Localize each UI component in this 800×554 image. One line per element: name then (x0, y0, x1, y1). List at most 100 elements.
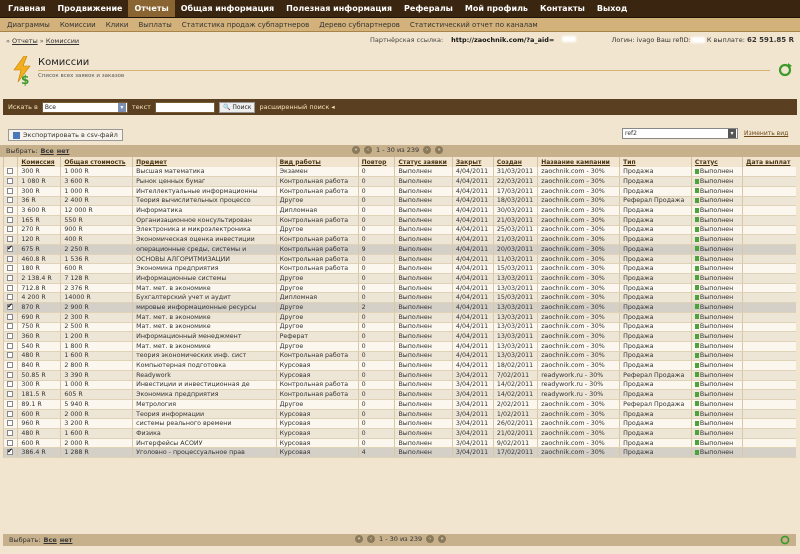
cell-2[interactable]: Экономическая оценка инвестиции (132, 234, 277, 245)
cell-2[interactable]: системы реального времени (132, 418, 277, 430)
topnav-item-7[interactable]: Контакты (534, 0, 591, 17)
row-checkbox[interactable] (7, 352, 13, 359)
row-checkbox[interactable] (7, 391, 13, 398)
subnav-item-0[interactable]: Диаграммы (2, 21, 55, 29)
cell-2[interactable]: Бухгалтерский учет и аудит (132, 292, 277, 304)
search-input[interactable] (154, 101, 215, 113)
row-checkbox[interactable] (7, 197, 13, 204)
table-row[interactable]: 712.8 R2 376 R Мат. мет. в экономике Друго… (2, 283, 796, 294)
row-checkbox[interactable] (7, 410, 13, 417)
export-csv-button[interactable]: Экспортировать в csv-файл (8, 129, 123, 141)
table-row[interactable]: 300 R1 000 R Инвестиции и инвестиционная … (2, 380, 796, 391)
row-checkbox[interactable] (7, 187, 13, 194)
topnav-item-2[interactable]: Отчеты (128, 0, 175, 17)
column-header-6[interactable]: Закрыт (451, 157, 494, 167)
cell-2[interactable]: Теория вычислительных процессо (132, 196, 277, 207)
cell-2[interactable]: Интеллектуальные информационны (132, 186, 277, 197)
subnav-item-3[interactable]: Выплаты (133, 21, 176, 29)
first-page-icon[interactable]: « (355, 535, 363, 543)
row-checkbox[interactable] (7, 303, 13, 310)
topnav-item-8[interactable]: Выход (591, 0, 633, 17)
column-header-0[interactable]: Комиссия (17, 157, 61, 167)
prev-page-icon[interactable]: ‹ (367, 535, 375, 543)
table-row[interactable]: 460.8 R1 536 R ОСНОВЫ АЛГОРИТМИЗАЦИИ Контр… (2, 254, 796, 265)
cell-2[interactable]: Мат. мет. в экономике (132, 283, 277, 294)
cell-2[interactable]: Рынок ценных бумаг (132, 176, 277, 187)
table-row[interactable]: 165 R 550 R Организационное консультирован… (2, 215, 796, 226)
cell-2[interactable]: операционные среды, системы и (132, 244, 277, 255)
table-row[interactable]: 360 R1 200 R Информационный менеджмент Реф… (2, 331, 796, 342)
column-header-8[interactable]: Название кампании (537, 157, 620, 167)
row-checkbox[interactable] (7, 371, 13, 378)
table-row[interactable]: 50.85 R3 390 R Readywork Курсовая 0 Выполнен… (2, 370, 796, 381)
cell-2[interactable]: теория экономических инф. сист (132, 351, 277, 362)
row-checkbox[interactable] (7, 333, 13, 340)
table-row[interactable]: 600 R2 000 R Интерфейсы АСОИУ Курсовая 0 Вып… (2, 438, 796, 449)
cell-2[interactable]: Мат. мет. в экономике (132, 322, 277, 333)
cell-2[interactable]: мировые информационные ресурсы (132, 302, 277, 313)
table-row[interactable]: 675 R2 250 Rоперационные среды, системы … (2, 244, 796, 255)
row-checkbox[interactable] (7, 420, 13, 427)
advanced-search-link[interactable]: расширенный поиск ◂ (259, 103, 334, 111)
table-row[interactable]: 300 R1 000 R Высшая математика Экзамен 0 Вып… (2, 167, 796, 178)
cell-2[interactable]: Высшая математика (132, 167, 277, 178)
select-none-link[interactable]: нет (57, 147, 70, 155)
table-row[interactable]: 840 R2 800 R Компьютерная подготовка Курсо… (2, 360, 796, 371)
cell-2[interactable]: Информатика (132, 205, 277, 216)
cell-2[interactable]: Инвестиции и инвестиционная де (132, 380, 277, 391)
change-view-link[interactable]: Изменить вид (744, 130, 788, 137)
table-row[interactable]: 180 R 600 R Экономика предприятия Контрольн… (2, 263, 796, 275)
column-header-2[interactable]: Предмет (132, 157, 277, 167)
cell-2[interactable]: Мат. мет. в экономике (132, 312, 277, 323)
cell-2[interactable]: Физика (132, 428, 277, 439)
cell-2[interactable]: Мат. мет. в экономике (132, 341, 277, 352)
topnav-item-0[interactable]: Главная (2, 0, 51, 17)
row-checkbox[interactable] (7, 439, 13, 446)
refresh-icon-bottom[interactable] (780, 535, 790, 545)
cell-2[interactable]: Метрология (132, 399, 277, 410)
search-button[interactable]: 🔍 Поиск (218, 101, 256, 113)
next-page-icon[interactable]: › (423, 146, 432, 154)
row-checkbox[interactable] (7, 294, 13, 301)
breadcrumb-commissions[interactable]: Комиссии (46, 37, 79, 45)
row-checkbox[interactable] (7, 245, 13, 252)
row-checkbox[interactable] (7, 226, 13, 233)
table-row[interactable]: 690 R2 300 R Мат. мет. в экономике Другое 0… (2, 312, 796, 323)
row-checkbox[interactable] (7, 362, 13, 369)
column-header-7[interactable]: Создан (492, 157, 538, 167)
select-all-link[interactable]: Все (41, 147, 54, 155)
table-row[interactable]: 4 200 R 14000 R Бухгалтерский учет и аудит… (2, 292, 796, 304)
search-scope-select[interactable]: Все (41, 101, 128, 113)
table-row[interactable]: 1 080 R3 600 R Рынок ценных бумаг Контроль… (2, 176, 796, 187)
table-row[interactable]: 600 R2 000 R Теория информации Курсовая 0 Вы… (2, 409, 796, 420)
topnav-item-5[interactable]: Рефералы (398, 0, 459, 17)
topnav-item-6[interactable]: Мой профиль (459, 0, 534, 17)
subnav-item-5[interactable]: Дерево субпартнеров (314, 21, 405, 29)
column-header-10[interactable]: Статус (690, 157, 743, 167)
column-header-9[interactable]: Тип (619, 157, 692, 167)
row-checkbox[interactable] (7, 216, 13, 223)
row-checkbox[interactable] (7, 265, 13, 272)
table-row[interactable]: 480 R1 600 R Физика Курсовая 0 Выполнен 3/04/… (2, 428, 796, 439)
cell-2[interactable]: Экономика предприятия (132, 263, 277, 275)
row-checkbox[interactable] (7, 207, 13, 214)
cell-2[interactable]: Уголовно - процессуальное прав (132, 447, 277, 459)
cell-2[interactable]: Интерфейсы АСОИУ (132, 438, 277, 449)
table-row[interactable]: 2 138.4 R7 128 R Информационные системы Др… (2, 273, 796, 284)
row-checkbox[interactable] (7, 342, 13, 349)
row-checkbox[interactable] (7, 448, 13, 456)
subnav-item-4[interactable]: Статистика продаж субпартнеров (177, 21, 315, 29)
table-row[interactable]: 750 R2 500 R Мат. мет. в экономике Другое 0… (2, 322, 796, 333)
breadcrumb-reports[interactable]: Отчеты (12, 37, 38, 45)
table-row[interactable]: 870 R2 900 Rмировые информационные ресур… (2, 302, 796, 313)
table-row[interactable]: 3 600 R 12 000 R Информатика Дипломная 0 Выпо… (2, 205, 796, 216)
column-header-11[interactable]: Дата выплат (742, 157, 796, 167)
row-checkbox[interactable] (7, 400, 13, 407)
row-checkbox[interactable] (7, 381, 13, 388)
row-checkbox[interactable] (7, 429, 13, 436)
table-row[interactable]: 270 R 900 R Электроника и микроэлектроника… (2, 225, 796, 236)
table-row[interactable]: 386.4 R1 288 RУголовно - процессуальное … (2, 447, 796, 459)
column-header-5[interactable]: Статус заявки (394, 157, 453, 167)
topnav-item-1[interactable]: Продвижение (51, 0, 128, 17)
table-row[interactable]: 181.5 R 605 R Экономика предприятия Контрол… (2, 389, 796, 400)
